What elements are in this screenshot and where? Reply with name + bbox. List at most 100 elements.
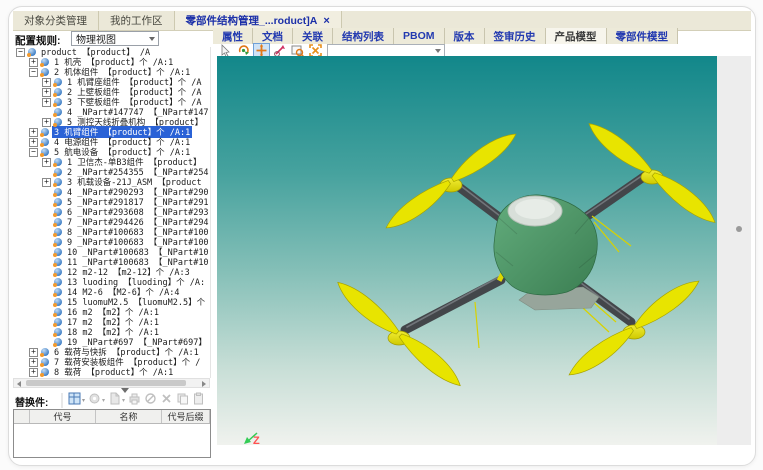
top-tab-label: 我的工作区 <box>110 13 163 28</box>
part-icon <box>53 188 63 197</box>
part-icon <box>53 78 63 87</box>
config-rule-label: 配置规则: <box>15 33 61 48</box>
collapse-icon[interactable]: − <box>29 148 38 157</box>
tab-6[interactable]: 签审历史 <box>485 28 546 44</box>
scrollbar-thumb[interactable] <box>26 380 186 386</box>
new-replace-button[interactable]: ▾ <box>108 392 125 410</box>
tab-5[interactable]: 版本 <box>445 28 485 44</box>
top-tab-1[interactable]: 我的工作区 <box>99 11 175 30</box>
part-icon <box>53 88 63 97</box>
expand-icon[interactable]: + <box>42 88 51 97</box>
expand-icon[interactable]: + <box>29 368 38 377</box>
expand-icon[interactable]: + <box>29 358 38 367</box>
replace-parts-label: 替换件: <box>15 394 48 409</box>
scroll-left-icon[interactable] <box>17 381 21 387</box>
table-header-row-selector[interactable] <box>14 410 30 423</box>
expand-icon[interactable]: + <box>42 98 51 107</box>
tab-7[interactable]: 产品模型 <box>546 28 607 44</box>
config-rule-row: 配置规则: 物理视图 <box>13 30 213 48</box>
collapse-icon[interactable]: − <box>29 68 38 77</box>
part-icon <box>53 208 63 217</box>
tab-8[interactable]: 零部件模型 <box>607 28 679 44</box>
screen: 对象分类管理 我的工作区 零部件结构管理_...roduct]A × 配置规则: 物理… <box>0 0 763 470</box>
paste-button[interactable] <box>192 392 205 410</box>
part-icon <box>53 228 63 237</box>
tab-3[interactable]: 结构列表 <box>333 28 394 44</box>
part-icon <box>53 108 63 117</box>
tree-node-label: 8 载荷 【product】个 /A:1 <box>52 366 175 378</box>
part-icon <box>53 218 63 227</box>
top-tab-0[interactable]: 对象分类管理 <box>13 11 99 30</box>
cancel-icon <box>144 392 157 410</box>
config-rule-value: 物理视图 <box>76 31 116 46</box>
viewport-background <box>217 56 717 445</box>
part-icon <box>53 98 63 107</box>
expand-icon[interactable]: + <box>29 138 38 147</box>
part-icon <box>53 328 63 337</box>
copy-icon <box>176 392 189 410</box>
chevron-down-icon <box>435 49 441 53</box>
replace-view-icon <box>68 392 81 410</box>
expand-icon[interactable]: + <box>29 128 38 137</box>
part-icon <box>53 238 63 247</box>
chevron-down-icon <box>149 37 155 41</box>
part-icon <box>40 138 50 147</box>
part-icon <box>53 278 63 287</box>
dropdown-caret-icon: ▾ <box>122 398 125 404</box>
table-header-代号后缀[interactable]: 代号后缀 <box>162 410 210 423</box>
collapse-icon[interactable]: − <box>16 48 25 57</box>
part-icon <box>27 48 37 57</box>
tree-horizontal-scrollbar[interactable] <box>13 378 210 388</box>
replace-table-header: 代号名称代号后缀 <box>14 410 210 424</box>
part-icon <box>53 308 63 317</box>
add-replace-icon <box>88 392 101 410</box>
paste-icon <box>192 392 205 410</box>
part-icon <box>53 298 63 307</box>
part-icon <box>40 58 50 67</box>
replace-parts-toolbar: ▾ ▾ ▾ <box>61 393 205 408</box>
part-icon <box>40 68 50 77</box>
part-icon <box>53 338 63 347</box>
expand-icon[interactable]: + <box>42 178 51 187</box>
dropdown-caret-icon: ▾ <box>82 398 85 404</box>
z-axis-label: Z <box>253 435 260 445</box>
scroll-right-icon[interactable] <box>202 381 206 387</box>
part-icon <box>53 178 63 187</box>
expand-icon[interactable]: + <box>29 58 38 67</box>
delete-icon <box>160 392 173 410</box>
browse-button[interactable] <box>128 392 141 410</box>
right-panel-strip <box>717 56 751 445</box>
app-window: 对象分类管理 我的工作区 零部件结构管理_...roduct]A × 配置规则: 物理… <box>8 6 756 466</box>
part-icon <box>53 258 63 267</box>
part-icon <box>53 268 63 277</box>
part-icon <box>40 358 50 367</box>
part-icon <box>53 118 63 127</box>
copy-button[interactable] <box>176 392 189 410</box>
config-rule-select[interactable]: 物理视图 <box>71 31 159 46</box>
top-tab-label: 零部件结构管理_...roduct]A <box>186 13 318 28</box>
tab-4[interactable]: PBOM <box>394 28 445 44</box>
splitter-dot-handle[interactable] <box>736 226 742 232</box>
dropdown-caret-icon: ▾ <box>102 398 105 404</box>
part-icon <box>53 168 63 177</box>
table-header-名称[interactable]: 名称 <box>96 410 162 423</box>
expand-icon[interactable]: + <box>29 348 38 357</box>
browse-icon <box>128 392 141 410</box>
expand-icon[interactable]: + <box>42 158 51 167</box>
replace-view-button[interactable]: ▾ <box>68 392 85 410</box>
part-icon <box>53 318 63 327</box>
top-tab-label: 对象分类管理 <box>24 13 87 28</box>
part-icon <box>53 248 63 257</box>
cancel-button[interactable] <box>144 392 157 410</box>
close-tab-icon[interactable]: × <box>323 15 329 27</box>
delete-button[interactable] <box>160 392 173 410</box>
expand-icon[interactable]: + <box>42 78 51 87</box>
part-icon <box>53 288 63 297</box>
expand-icon[interactable]: + <box>42 118 51 127</box>
table-header-代号[interactable]: 代号 <box>30 410 96 423</box>
part-icon <box>53 198 63 207</box>
add-replace-button[interactable]: ▾ <box>88 392 105 410</box>
new-replace-icon <box>108 392 121 410</box>
tree-node[interactable]: +8 载荷 【product】个 /A:1 <box>13 367 210 377</box>
3d-viewport[interactable]: Z <box>217 56 717 445</box>
